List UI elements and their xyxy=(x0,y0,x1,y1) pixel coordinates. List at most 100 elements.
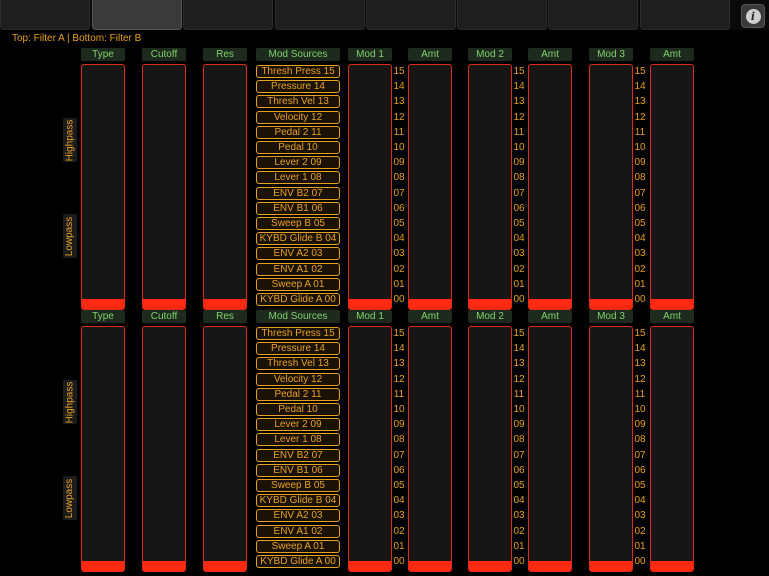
amt2-slider[interactable] xyxy=(528,64,572,310)
mod-source-button[interactable]: ENV A1 02 xyxy=(256,524,340,538)
mod-source-button[interactable]: ENV B2 07 xyxy=(256,448,340,462)
mod-source-button[interactable]: KYBD Glide B 04 xyxy=(256,494,340,508)
mod-source-button[interactable]: KYBD Glide B 04 xyxy=(256,232,340,246)
mod-index-label: 03 xyxy=(634,248,646,260)
mod-source-button[interactable]: Pressure 14 xyxy=(256,80,340,94)
mod-source-button[interactable]: Thresh Vel 13 xyxy=(256,95,340,109)
mod-source-button[interactable]: Sweep B 05 xyxy=(256,479,340,492)
mod-source-button[interactable]: ENV A1 02 xyxy=(256,262,340,276)
mod-index-label: 15 xyxy=(634,66,646,77)
tab-2[interactable] xyxy=(92,0,182,30)
mod-index-label: 09 xyxy=(634,419,646,431)
mod-source-button[interactable]: Thresh Press 15 xyxy=(256,65,340,78)
mod-source-button[interactable]: ENV A2 03 xyxy=(256,247,340,261)
mod-index-label: 02 xyxy=(513,263,525,275)
mod-source-button[interactable]: Pedal 10 xyxy=(256,403,340,416)
cutoff-slider[interactable] xyxy=(142,64,186,310)
col-header-mod2: Mod 2 xyxy=(468,48,512,61)
mod-source-button[interactable]: Pedal 10 xyxy=(256,141,340,154)
mod-source-button[interactable]: Velocity 12 xyxy=(256,110,340,124)
res-slider[interactable] xyxy=(203,64,247,310)
mod-index-label: 12 xyxy=(513,111,525,123)
amt3-slider[interactable] xyxy=(650,326,694,572)
mod-source-button[interactable]: Lever 1 08 xyxy=(256,171,340,185)
amt1-slider[interactable] xyxy=(408,64,452,310)
mod-source-button[interactable]: Sweep B 05 xyxy=(256,217,340,230)
mod-source-button[interactable]: Pedal 2 11 xyxy=(256,125,340,139)
mod-source-button[interactable]: ENV B1 06 xyxy=(256,201,340,215)
mod-source-button[interactable]: Lever 1 08 xyxy=(256,433,340,447)
type-label-text: Highpass xyxy=(64,119,76,161)
tab-7[interactable] xyxy=(548,0,638,30)
tab-1[interactable] xyxy=(0,0,90,30)
mod-index-label: 09 xyxy=(393,157,405,169)
tab-8[interactable] xyxy=(640,0,730,30)
mod3-slider[interactable] xyxy=(589,64,633,310)
amt2-slider-fill xyxy=(529,299,571,309)
col-header-amt2: Amt xyxy=(528,310,572,323)
mod-index-label: 15 xyxy=(513,328,525,339)
mod-index-label: 07 xyxy=(393,187,405,199)
tab-6[interactable] xyxy=(457,0,547,30)
info-icon: i xyxy=(745,8,761,24)
mod1-slider[interactable] xyxy=(348,326,392,572)
mod-index-label: 12 xyxy=(393,373,405,385)
mod-source-button[interactable]: Pedal 2 11 xyxy=(256,387,340,401)
tab-3[interactable] xyxy=(183,0,273,30)
mod-index-label: 01 xyxy=(513,278,525,290)
tab-5[interactable] xyxy=(366,0,456,30)
mod-source-button[interactable]: KYBD Glide A 00 xyxy=(256,293,340,306)
mod-index-label: 04 xyxy=(393,233,405,245)
mod-source-button[interactable]: Pressure 14 xyxy=(256,342,340,356)
mod-index-label: 03 xyxy=(634,510,646,522)
mod-source-button[interactable]: Sweep A 01 xyxy=(256,539,340,553)
mod3-slider[interactable] xyxy=(589,326,633,572)
type-slider[interactable] xyxy=(81,326,125,572)
mod1-slider[interactable] xyxy=(348,64,392,310)
mod-source-button[interactable]: Sweep A 01 xyxy=(256,277,340,291)
mod-source-button[interactable]: ENV B1 06 xyxy=(256,463,340,477)
mod-index-label: 05 xyxy=(393,218,405,229)
mod-source-button[interactable]: ENV A2 03 xyxy=(256,509,340,523)
mod-source-button[interactable]: KYBD Glide A 00 xyxy=(256,555,340,568)
type-label-lowpass: Lowpass xyxy=(63,214,77,258)
amt3-slider[interactable] xyxy=(650,64,694,310)
mod-source-button[interactable]: Thresh Press 15 xyxy=(256,327,340,340)
mod-index-label: 00 xyxy=(393,294,405,305)
mod-index-label: 15 xyxy=(634,328,646,339)
col-header-amt1: Amt xyxy=(408,310,452,323)
type-slider[interactable] xyxy=(81,64,125,310)
mod-index-label: 14 xyxy=(634,81,646,93)
mod-index-label: 14 xyxy=(393,81,405,93)
mod-index-label: 13 xyxy=(393,358,405,370)
mod-index-label: 07 xyxy=(513,187,525,199)
mod-source-button[interactable]: Velocity 12 xyxy=(256,372,340,386)
mod-index-label: 11 xyxy=(393,126,405,138)
info-button[interactable]: i xyxy=(741,4,765,28)
mod-index-label: 15 xyxy=(393,66,405,77)
mod-index-label: 05 xyxy=(513,480,525,491)
mod-index-label: 01 xyxy=(393,540,405,552)
amt1-slider[interactable] xyxy=(408,326,452,572)
mod1-slider-fill xyxy=(349,561,391,571)
cutoff-slider[interactable] xyxy=(142,326,186,572)
mod-source-button[interactable]: Lever 2 09 xyxy=(256,418,340,432)
col-header-cutoff: Cutoff xyxy=(142,310,186,323)
mod-index-label: 05 xyxy=(634,218,646,229)
amt2-slider[interactable] xyxy=(528,326,572,572)
mod-index-label: 13 xyxy=(513,96,525,108)
mod2-slider[interactable] xyxy=(468,64,512,310)
res-slider[interactable] xyxy=(203,326,247,572)
mod-source-button[interactable]: ENV B2 07 xyxy=(256,186,340,200)
type-label-highpass: Highpass xyxy=(63,118,77,162)
mod2-slider[interactable] xyxy=(468,326,512,572)
type-label-lowpass: Lowpass xyxy=(63,476,77,520)
col-header-mod3: Mod 3 xyxy=(589,310,633,323)
tab-4[interactable] xyxy=(275,0,365,30)
mod-index-label: 12 xyxy=(634,373,646,385)
mod-source-button[interactable]: Thresh Vel 13 xyxy=(256,357,340,371)
mod-index-label: 10 xyxy=(513,404,525,415)
mod-index-label: 05 xyxy=(634,480,646,491)
mod-source-button[interactable]: Lever 2 09 xyxy=(256,156,340,170)
mod-index-label: 06 xyxy=(393,202,405,214)
